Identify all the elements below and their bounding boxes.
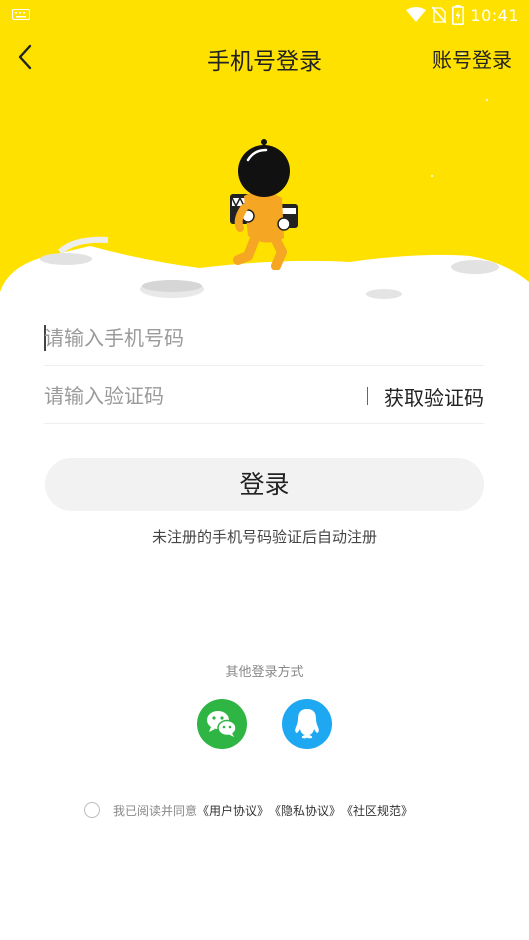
battery-charging-icon bbox=[452, 5, 465, 25]
verification-code-input[interactable] bbox=[44, 376, 344, 416]
no-sim-icon bbox=[432, 6, 447, 24]
qq-login-button[interactable] bbox=[282, 699, 332, 749]
user-agreement-link[interactable]: 《用户协议》 bbox=[197, 802, 269, 819]
login-button[interactable]: 登录 bbox=[45, 458, 484, 511]
wechat-login-button[interactable] bbox=[197, 699, 247, 749]
agreement-prefix: 我已阅读并同意 bbox=[113, 803, 198, 818]
privacy-agreement-link[interactable]: 《隐私协议》 bbox=[269, 802, 341, 819]
community-rules-link[interactable]: 《社区规范》 bbox=[341, 802, 413, 819]
status-bar-right: 10:41 bbox=[406, 4, 519, 26]
divider bbox=[367, 387, 368, 405]
status-time: 10:41 bbox=[470, 5, 519, 25]
register-hint: 未注册的手机号码验证后自动注册 bbox=[151, 528, 377, 546]
agreement-checkbox[interactable] bbox=[84, 802, 100, 818]
status-bar: 10:41 bbox=[0, 0, 529, 30]
wifi-icon bbox=[406, 7, 427, 22]
other-login-title: 其他登录方式 bbox=[225, 665, 304, 680]
keyboard-icon bbox=[12, 9, 30, 20]
astronaut-illustration bbox=[230, 139, 298, 270]
agreement-row: 我已阅读并同意 《用户协议》 《隐私协议》 《社区规范》 bbox=[84, 800, 413, 820]
nav-bar: 手机号登录 账号登录 bbox=[0, 38, 529, 78]
account-login-link[interactable]: 账号登录 bbox=[432, 44, 512, 73]
wechat-icon bbox=[207, 711, 237, 737]
qq-icon bbox=[295, 709, 319, 739]
get-code-button[interactable]: 获取验证码 bbox=[384, 382, 484, 411]
code-field: 获取验证码 bbox=[44, 366, 484, 424]
phone-input[interactable] bbox=[44, 318, 344, 358]
phone-field bbox=[44, 308, 484, 366]
